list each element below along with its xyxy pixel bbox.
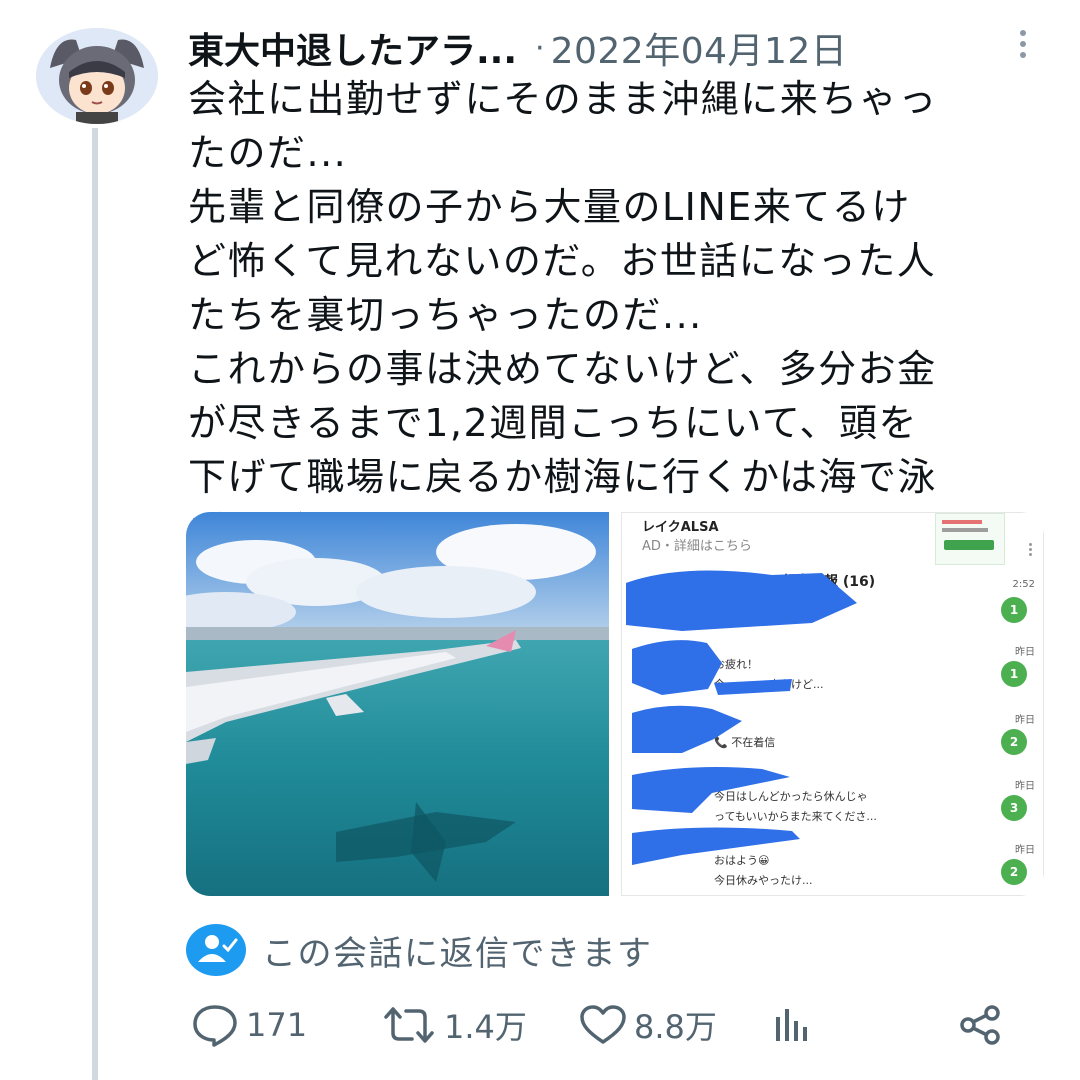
analytics-icon (776, 1009, 807, 1041)
reply-button[interactable]: 171 (190, 1000, 307, 1050)
reply-permission-icon (186, 924, 246, 976)
tweet-text: 会社に出勤せずにそのまま沖縄に来ちゃっ たのだ... 先輩と同僚の子から大量のL… (188, 77, 938, 553)
share-icon (960, 1005, 1000, 1045)
line-screenshot[interactable]: レイクALSA AD・詳細はこちら 顧客情報 (16) 2:52 1 昨日 1 … (621, 512, 1044, 896)
retweet-count: 1.4万 (444, 1008, 527, 1046)
reply-icon (193, 1005, 237, 1047)
retweet-button[interactable]: 1.4万 (380, 1000, 527, 1050)
redaction-scribbles (626, 570, 857, 865)
thread-line (92, 128, 98, 1080)
tweet-media[interactable]: レイクALSA AD・詳細はこちら 顧客情報 (16) 2:52 1 昨日 1 … (186, 512, 1044, 896)
author-name[interactable]: 東大中退したアラ... (188, 22, 517, 74)
photo-okinawa-wing[interactable] (186, 512, 609, 896)
action-bar: 171 1.4万 8.8万 (186, 1000, 1016, 1050)
analytics-button[interactable] (770, 1000, 814, 1050)
reply-permission-note: この会話に返信できます (186, 924, 653, 976)
tweet-header: 東大中退したアラ... · 2022年04月12日 (188, 24, 1058, 72)
reply-count: 171 (246, 1006, 308, 1044)
tweet-date[interactable]: 2022年04月12日 (551, 22, 848, 74)
reply-permission-text: この会話に返信できます (262, 933, 653, 974)
share-button[interactable] (956, 1000, 1004, 1050)
like-count: 8.8万 (634, 1008, 717, 1046)
avatar[interactable] (36, 28, 158, 124)
like-button[interactable]: 8.8万 (578, 1000, 717, 1050)
avatar-image (36, 28, 158, 124)
like-icon (580, 1005, 626, 1044)
more-icon[interactable] (1018, 30, 1028, 64)
header-separator: · (535, 30, 545, 66)
retweet-icon (384, 1007, 434, 1043)
